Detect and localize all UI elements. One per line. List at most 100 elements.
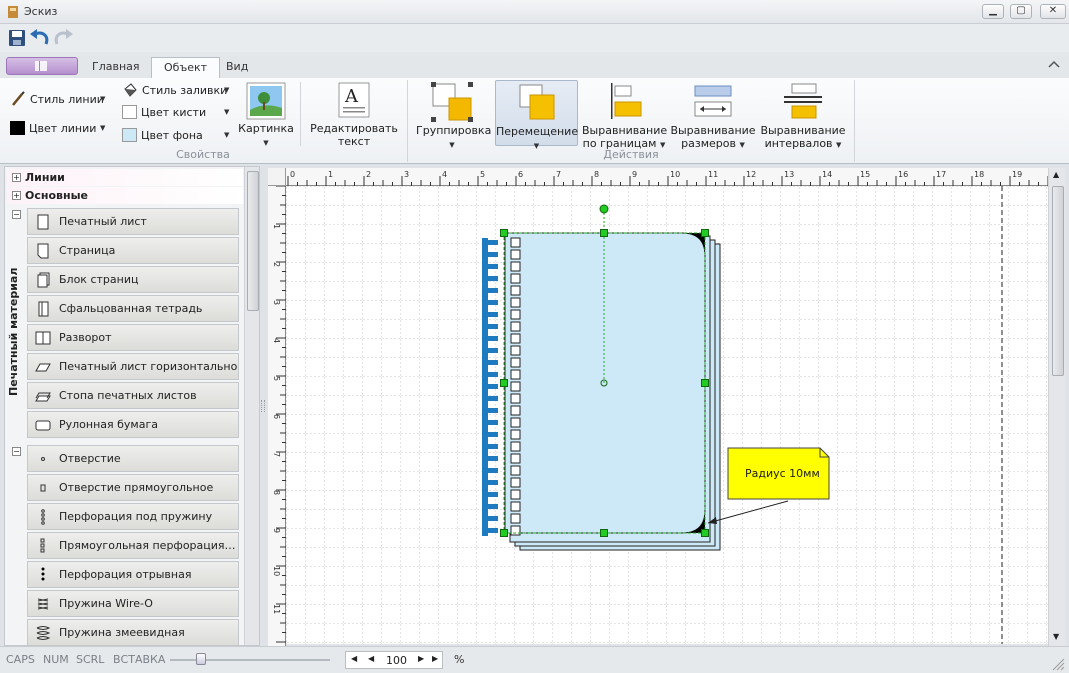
section-lines[interactable]: + Линии	[7, 169, 243, 186]
ruler-label: 15	[860, 170, 870, 179]
prev-icon[interactable]: ◀	[368, 654, 374, 663]
drawing-canvas[interactable]: Радиус 10мм	[286, 186, 1048, 644]
line-color-button[interactable]: Цвет линии	[29, 122, 96, 135]
zoom-input[interactable]: 100	[386, 654, 407, 667]
scroll-up-icon[interactable]: ▲	[1053, 170, 1059, 179]
canvas-scrollbar[interactable]: ▲ ▼	[1048, 168, 1066, 646]
resize-handle[interactable]	[701, 379, 709, 387]
splitter-grip[interactable]	[261, 400, 265, 412]
perforation-hole	[510, 333, 521, 344]
tab-view[interactable]: Вид	[214, 57, 260, 78]
tab-home[interactable]: Главная	[80, 57, 152, 78]
edit-text-button[interactable]: A Редактировать текст	[306, 80, 402, 148]
spring-coil	[482, 300, 498, 305]
ruler-label: 8	[272, 490, 281, 495]
brush-color-button[interactable]: Цвет кисти	[141, 106, 206, 119]
align-borders-button[interactable]: Выравнивание по границам ▼	[582, 80, 667, 150]
line-style-dropdown-icon[interactable]: ▼	[100, 95, 105, 103]
sidebar-scrollbar[interactable]	[244, 167, 259, 645]
next-icon[interactable]: ▶	[418, 654, 424, 663]
shape-item-label: Перфорация под пружину	[59, 510, 213, 523]
shape-item[interactable]: Страница	[27, 237, 239, 264]
collapse-ribbon-icon[interactable]	[1047, 59, 1061, 69]
shape-item[interactable]: Печатный лист горизонтально	[27, 353, 239, 380]
minimize-button[interactable]: ▁	[982, 4, 1004, 19]
brush-color-dropdown-icon[interactable]: ▼	[224, 108, 229, 116]
ruler-label: 5	[272, 376, 281, 381]
perforation-hole	[510, 285, 521, 296]
align-spacing-button[interactable]: Выравнивание интервалов ▼	[760, 80, 846, 150]
shape-item[interactable]: Рулонная бумага	[27, 411, 239, 438]
bg-color-button[interactable]: Цвет фона	[141, 129, 203, 142]
line-style-icon	[12, 91, 25, 106]
spring-coil	[482, 504, 498, 509]
perforation-hole	[510, 417, 521, 428]
expand-icon[interactable]: +	[12, 173, 21, 182]
sidebar-scroll-thumb[interactable]	[247, 171, 259, 311]
first-icon[interactable]: ◀	[351, 654, 357, 663]
tab-object[interactable]: Объект	[151, 57, 221, 78]
fill-style-button[interactable]: Стиль заливки	[142, 84, 227, 97]
shape-item[interactable]: Печатный лист	[27, 208, 239, 235]
shape-item[interactable]: Перфорация под пружину	[27, 503, 239, 530]
align-sizes-button[interactable]: Выравнивание размеров ▼	[670, 80, 756, 150]
resize-handle[interactable]	[701, 529, 709, 537]
resize-handle[interactable]	[701, 229, 709, 237]
shape-item[interactable]: Перфорация отрывная	[27, 561, 239, 588]
maximize-button[interactable]: ▢	[1010, 4, 1032, 19]
ruler-label: 12	[746, 170, 756, 179]
collapse-icon[interactable]: −	[12, 447, 21, 456]
collapse-icon[interactable]: −	[12, 210, 21, 219]
shape-item[interactable]: Сфальцованная тетрадь	[27, 295, 239, 322]
moving-button[interactable]: Перемещение ▼	[495, 80, 578, 150]
resize-handle[interactable]	[500, 379, 508, 387]
grouping-button[interactable]: Группировка ▼	[416, 80, 491, 149]
resize-handle[interactable]	[500, 529, 508, 537]
picture-button[interactable]: Картинка ▼	[238, 80, 294, 147]
save-icon[interactable]	[8, 29, 26, 47]
app-menu-button[interactable]	[6, 57, 78, 75]
redo-icon[interactable]	[52, 28, 74, 48]
spring-coil	[482, 492, 498, 497]
resize-handle[interactable]	[600, 529, 608, 537]
shape-item[interactable]: Пружина змеевидная	[27, 619, 239, 645]
resize-handle[interactable]	[500, 229, 508, 237]
shape-icon	[37, 243, 49, 259]
shape-icon	[35, 363, 51, 372]
resize-handle[interactable]	[600, 229, 608, 237]
last-icon[interactable]: ▶	[432, 654, 438, 663]
shape-item[interactable]: Блок страниц	[27, 266, 239, 293]
ruler-label: 13	[784, 170, 794, 179]
line-style-button[interactable]: Стиль линии	[30, 93, 104, 106]
zoom-unit: %	[454, 653, 465, 666]
shape-item[interactable]: Прямоугольная перфорация под...	[27, 532, 239, 559]
ruler-label: 4	[442, 170, 447, 179]
expand-icon[interactable]: +	[12, 191, 21, 200]
resize-grip-icon[interactable]	[1051, 657, 1065, 671]
undo-icon[interactable]	[29, 28, 51, 48]
scroll-down-icon[interactable]: ▼	[1053, 632, 1059, 641]
ruler-label: 1	[272, 224, 281, 229]
fill-style-dropdown-icon[interactable]: ▼	[224, 86, 229, 94]
rotation-handle[interactable]	[599, 204, 609, 214]
shape-item[interactable]: Пружина Wire-O	[27, 590, 239, 617]
shape-item[interactable]: Разворот	[27, 324, 239, 351]
spring-coil	[482, 432, 498, 437]
spring-coil	[482, 396, 498, 401]
perforation-hole	[510, 261, 521, 272]
shape-item[interactable]: Отверстие прямоугольное	[27, 474, 239, 501]
section-basic[interactable]: + Основные	[7, 187, 243, 204]
notebook-page[interactable]	[504, 232, 706, 534]
ruler-label: 2	[272, 262, 281, 267]
line-color-dropdown-icon[interactable]: ▼	[100, 124, 105, 132]
ruler-label: 5	[480, 170, 485, 179]
shape-item[interactable]: Стопа печатных листов	[27, 382, 239, 409]
ruler-label: 9	[632, 170, 637, 179]
close-button[interactable]: ✕	[1040, 4, 1066, 19]
bg-color-dropdown-icon[interactable]: ▼	[224, 131, 229, 139]
zoom-slider-track[interactable]	[170, 659, 330, 661]
canvas-scroll-thumb[interactable]	[1052, 186, 1064, 376]
ruler-label: 0	[290, 170, 295, 179]
shape-item[interactable]: Отверстие	[27, 445, 239, 472]
zoom-slider-thumb[interactable]	[196, 653, 206, 665]
